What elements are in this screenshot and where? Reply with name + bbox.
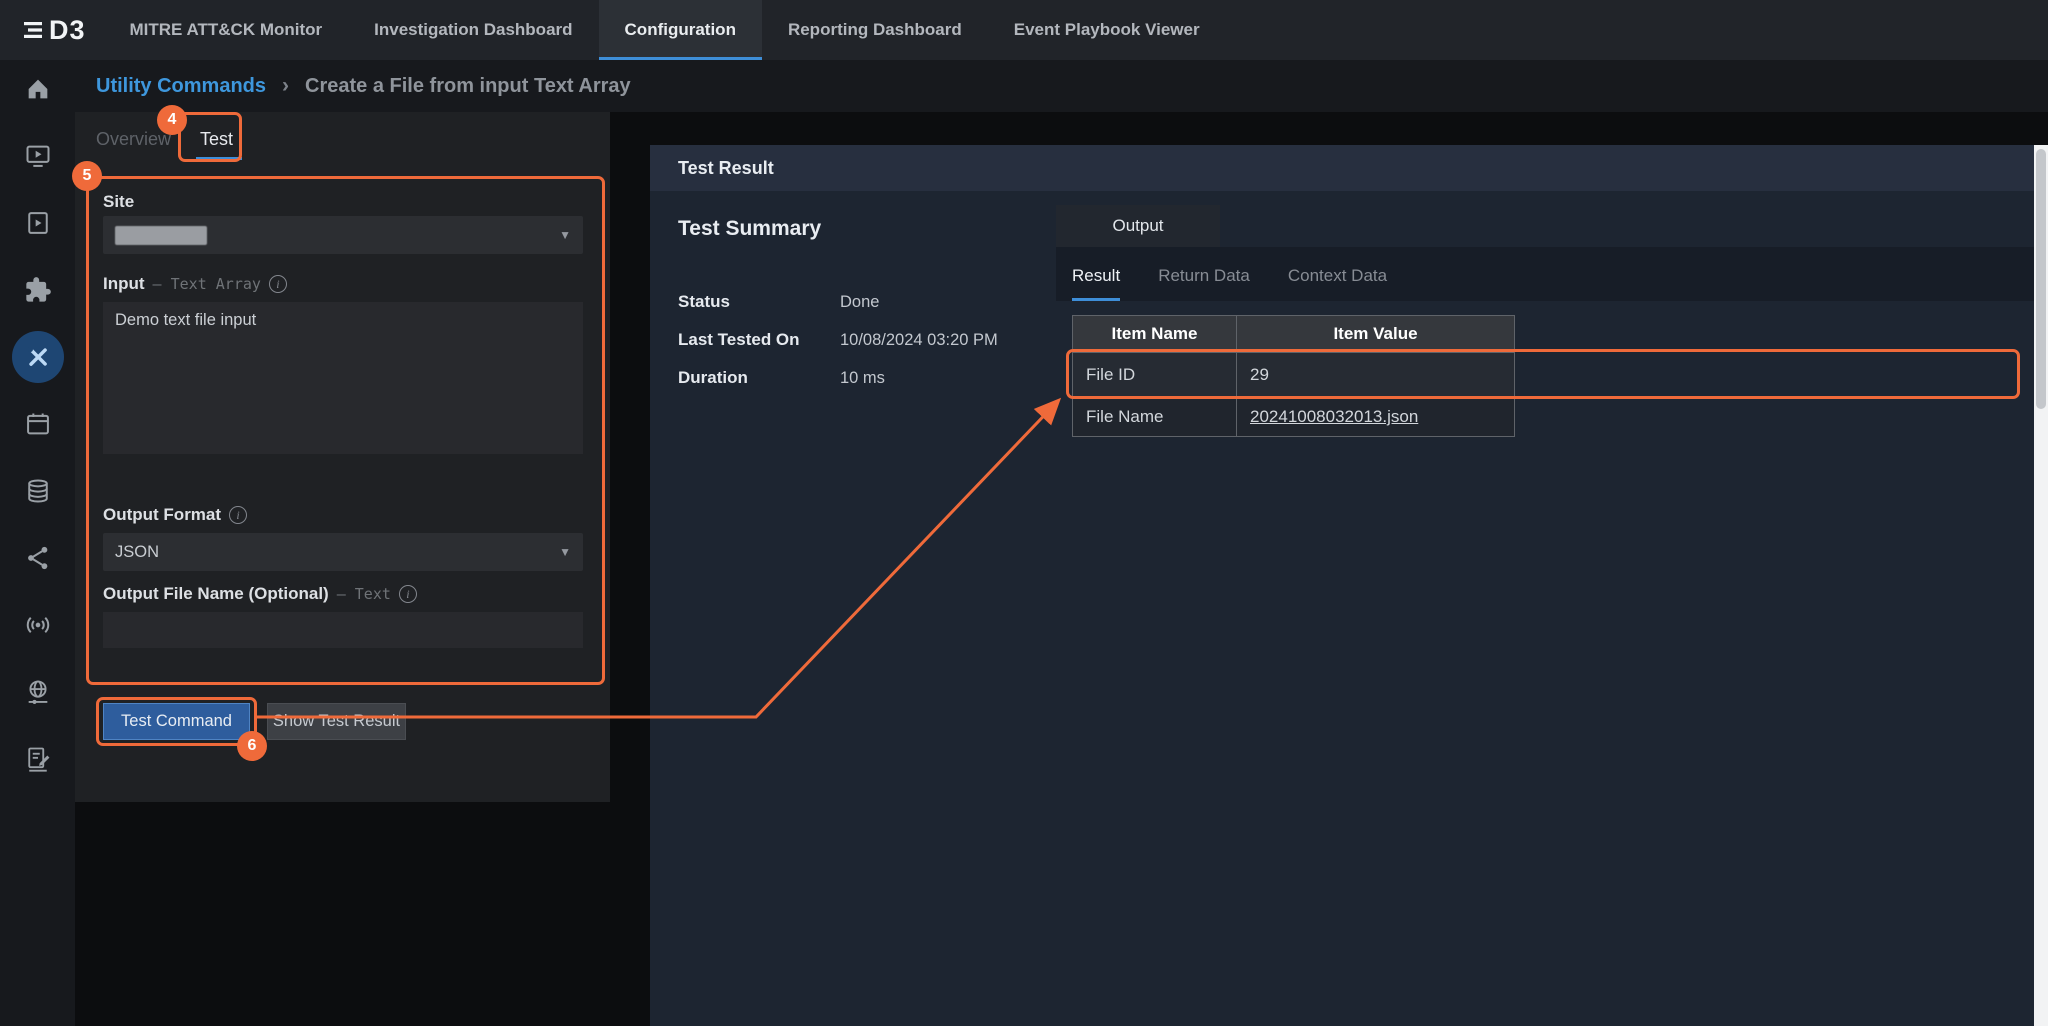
sidebar-item-share[interactable] <box>11 543 65 573</box>
output-tab[interactable]: Output <box>1056 205 1220 247</box>
chevron-down-icon: ▼ <box>559 228 571 242</box>
sidebar-item-video-file[interactable] <box>11 208 65 238</box>
subtab-result[interactable]: Result <box>1072 266 1120 301</box>
input-label: Input <box>103 274 145 294</box>
site-label: Site <box>103 192 134 212</box>
output-format-value: JSON <box>115 543 159 562</box>
sidebar-item-monitor[interactable] <box>11 141 65 171</box>
d3-logo-icon <box>22 18 44 42</box>
info-icon[interactable]: i <box>229 506 247 524</box>
breadcrumb: Utility Commands › Create a File from in… <box>75 60 2048 112</box>
test-summary-title: Test Summary <box>678 217 821 241</box>
table-row-file-id: File ID 29 <box>1073 353 1515 398</box>
globe-filter-icon <box>24 678 52 706</box>
file-name-link[interactable]: 20241008032013.json <box>1250 407 1418 426</box>
tab-test[interactable]: Test <box>200 129 233 150</box>
summary-row-duration: Duration 10 ms <box>678 359 998 397</box>
nav-item-mitre-attck-monitor[interactable]: MITRE ATT&CK Monitor <box>104 0 349 60</box>
app-logo[interactable]: D3 <box>22 15 86 46</box>
tab-test-active-underline <box>196 157 242 160</box>
result-table-header-row: Item Name Item Value <box>1073 316 1515 353</box>
home-icon <box>24 75 52 103</box>
result-table: Item Name Item Value File ID 29 File Nam… <box>1072 315 1515 437</box>
duration-label: Duration <box>678 368 840 388</box>
sidebar-item-utility-commands[interactable] <box>11 342 65 372</box>
nav-item-investigation-dashboard[interactable]: Investigation Dashboard <box>348 0 598 60</box>
input-label-row: Input – Text Array i <box>103 274 287 294</box>
test-result-header: Test Result <box>650 145 2034 191</box>
summary-row-last-tested: Last Tested On 10/08/2024 03:20 PM <box>678 321 998 359</box>
nav-item-event-playbook-viewer[interactable]: Event Playbook Viewer <box>988 0 1226 60</box>
top-nav: D3 MITRE ATT&CK Monitor Investigation Da… <box>0 0 2048 60</box>
subtab-return-data[interactable]: Return Data <box>1158 266 1250 301</box>
sidebar-item-schedule[interactable] <box>11 409 65 439</box>
nav-item-reporting-dashboard[interactable]: Reporting Dashboard <box>762 0 988 60</box>
subtab-context-data[interactable]: Context Data <box>1288 266 1387 301</box>
output-file-label: Output File Name (Optional) <box>103 584 329 604</box>
header-item-name: Item Name <box>1073 316 1237 353</box>
database-icon <box>24 477 52 505</box>
logo-text: D3 <box>49 15 86 46</box>
file-name-value-cell: 20241008032013.json <box>1237 398 1515 437</box>
video-file-icon <box>24 209 52 237</box>
sidebar-item-broadcast[interactable] <box>11 610 65 640</box>
input-type-hint: – Text Array <box>153 275 261 293</box>
input-textarea[interactable]: Demo text file input <box>103 302 583 454</box>
share-nodes-icon <box>24 544 52 572</box>
test-result-panel: Test Result Test Summary Status Done Las… <box>650 145 2034 1026</box>
last-tested-label: Last Tested On <box>678 330 840 350</box>
breadcrumb-separator: › <box>282 74 289 98</box>
breadcrumb-current-page: Create a File from input Text Array <box>305 75 631 98</box>
calendar-icon <box>24 410 52 438</box>
document-sign-icon <box>24 745 52 773</box>
status-value: Done <box>840 293 879 312</box>
file-id-name-cell: File ID <box>1073 353 1237 398</box>
site-value-redacted <box>115 226 207 245</box>
file-id-value-cell: 29 <box>1237 353 1515 398</box>
show-test-result-button[interactable]: Show Test Result <box>267 703 406 740</box>
sidebar-item-home[interactable] <box>11 74 65 104</box>
tools-icon <box>24 343 52 371</box>
broadcast-icon <box>24 611 52 639</box>
header-item-value: Item Value <box>1237 316 1515 353</box>
sidebar-item-document-sign[interactable] <box>11 744 65 774</box>
info-icon[interactable]: i <box>269 275 287 293</box>
test-result-title: Test Result <box>678 158 774 179</box>
table-row-file-name: File Name 20241008032013.json <box>1073 398 1515 437</box>
site-dropdown[interactable]: ▼ <box>103 216 583 254</box>
sidebar-item-integrations[interactable] <box>11 275 65 305</box>
summary-row-status: Status Done <box>678 283 998 321</box>
test-summary-rows: Status Done Last Tested On 10/08/2024 03… <box>678 283 998 397</box>
file-name-name-cell: File Name <box>1073 398 1237 437</box>
duration-value: 10 ms <box>840 369 885 388</box>
last-tested-value: 10/08/2024 03:20 PM <box>840 331 998 350</box>
output-file-name-input[interactable] <box>103 612 583 648</box>
output-format-label: Output Format <box>103 505 221 525</box>
breadcrumb-utility-commands[interactable]: Utility Commands <box>96 75 266 98</box>
chevron-down-icon: ▼ <box>559 545 571 559</box>
output-file-type-hint: – Text <box>337 585 391 603</box>
output-format-dropdown[interactable]: JSON ▼ <box>103 533 583 571</box>
scrollbar-thumb[interactable] <box>2036 149 2046 409</box>
puzzle-icon <box>24 276 52 304</box>
sidebar-item-globe-filter[interactable] <box>11 677 65 707</box>
nav-item-configuration[interactable]: Configuration <box>599 0 762 60</box>
nav-items: MITRE ATT&CK Monitor Investigation Dashb… <box>104 0 1226 60</box>
test-command-button[interactable]: Test Command <box>103 703 250 740</box>
info-icon[interactable]: i <box>399 585 417 603</box>
status-label: Status <box>678 292 840 312</box>
icon-sidebar <box>0 60 75 1026</box>
tab-overview[interactable]: Overview <box>96 129 171 150</box>
output-file-label-row: Output File Name (Optional) – Text i <box>103 584 417 604</box>
output-subtabs: Result Return Data Context Data <box>1056 247 2034 301</box>
output-format-label-row: Output Format i <box>103 505 247 525</box>
sidebar-item-database[interactable] <box>11 476 65 506</box>
monitor-play-icon <box>24 142 52 170</box>
command-test-panel: Overview Test Site ▼ Input – Text Array … <box>75 112 610 802</box>
vertical-scrollbar[interactable] <box>2034 145 2048 1026</box>
